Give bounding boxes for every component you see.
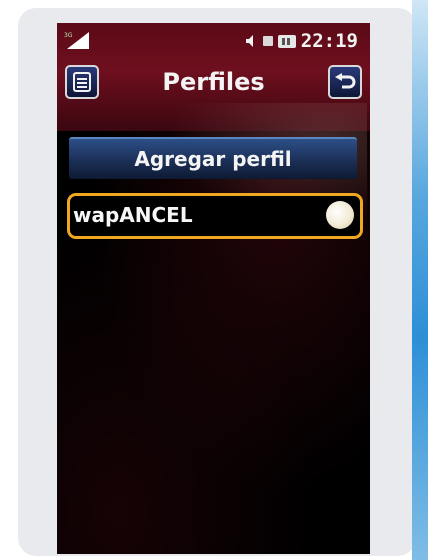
menu-button[interactable] [65,65,99,99]
menu-icon [73,72,91,92]
network-label: 3G [64,32,73,39]
back-button[interactable] [328,65,362,99]
sim-icon [262,36,273,46]
title-bar: 3G 22:19 Perfiles [57,23,370,223]
clock: 22:19 [300,30,358,52]
battery-icon [277,34,296,48]
speaker-icon [245,35,253,47]
status-icons: 22:19 [244,27,358,55]
add-profile-button[interactable]: Agregar perfil [69,137,357,179]
back-arrow-icon [335,73,356,89]
status-bar: 3G 22:19 [57,23,370,59]
profile-select-radio[interactable] [326,201,354,229]
page-title: Perfiles [162,68,265,96]
profile-name: wapANCEL [73,203,193,227]
signal-icon: 3G [64,32,89,49]
side-accent-bar [412,0,428,560]
profile-item[interactable]: wapANCEL [67,193,363,239]
phone-screen: 3G 22:19 Perfiles Agregar perfil wapANCE… [57,23,370,554]
